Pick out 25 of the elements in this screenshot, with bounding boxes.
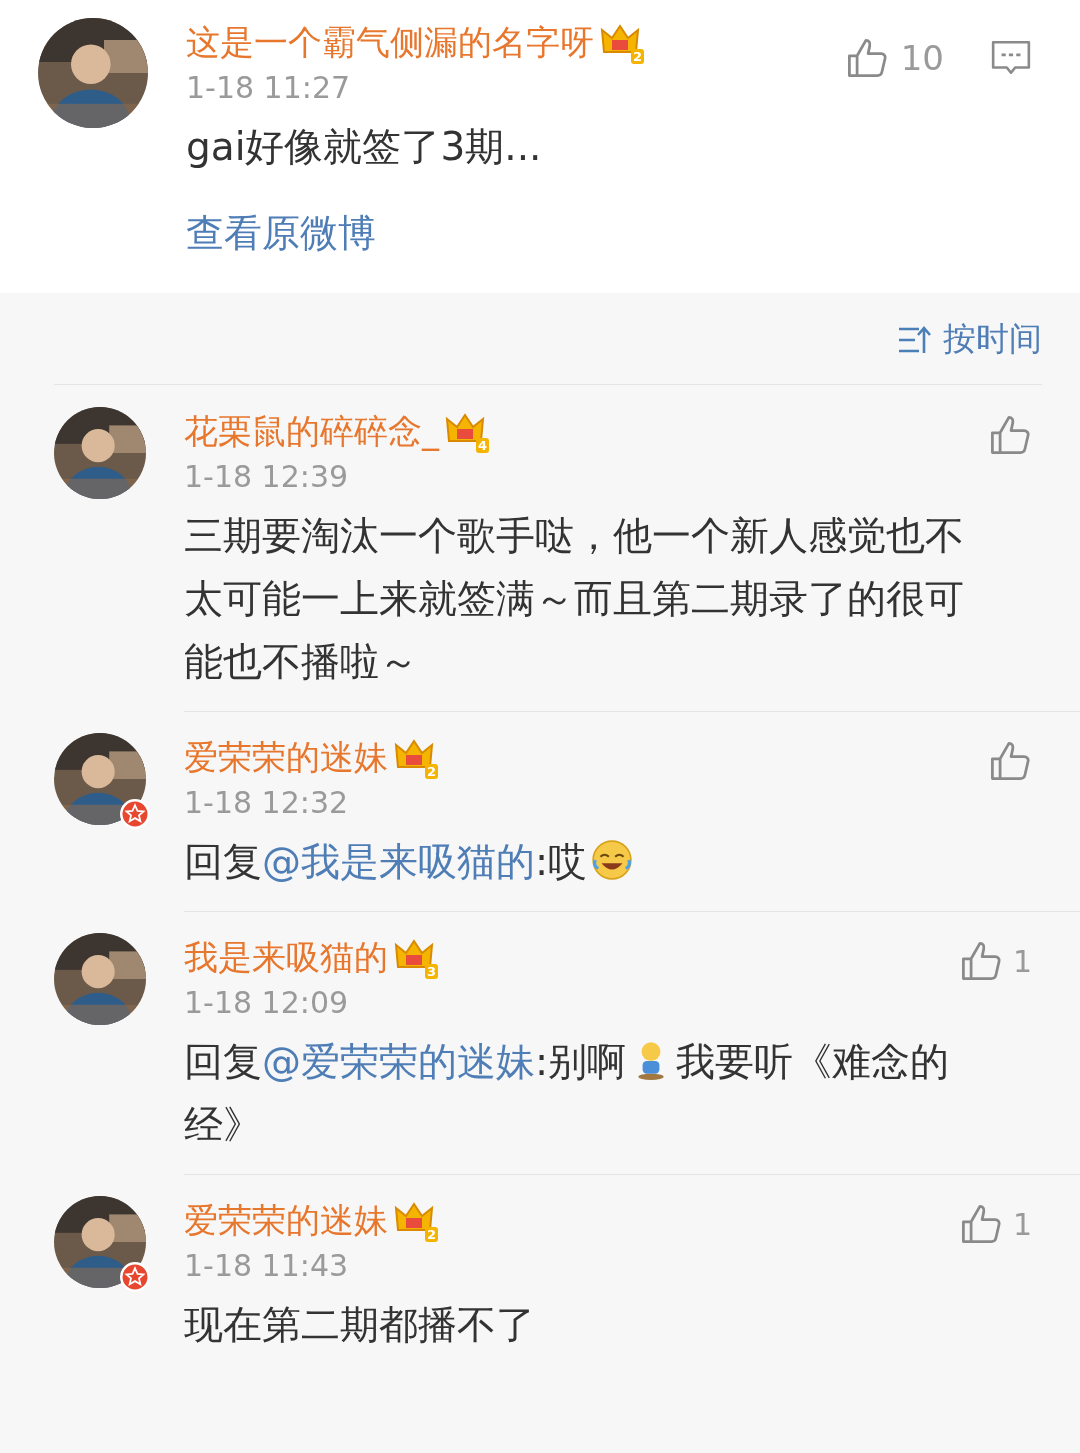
comment-icon[interactable] xyxy=(990,39,1032,77)
like-icon[interactable] xyxy=(988,739,1032,783)
user-name[interactable]: 这是一个霸气侧漏的名字呀 xyxy=(186,20,594,66)
like-count: 1 xyxy=(1012,1206,1032,1242)
like-count: 1 xyxy=(1012,943,1032,979)
sort-by-time-button[interactable]: 按时间 xyxy=(897,317,1042,362)
comment-text: gai好像就签了3期... xyxy=(186,123,543,171)
like-icon[interactable] xyxy=(988,413,1032,457)
laughing-emoji-icon xyxy=(591,839,634,881)
comment-text: 回复@爱荣荣的迷妹:别啊 我要听《难念的经》 xyxy=(184,1038,951,1149)
user-name[interactable]: 爱荣荣的迷妹 xyxy=(184,1198,388,1244)
sort-icon xyxy=(897,324,931,355)
like-count: 10 xyxy=(900,38,944,78)
comment-text: 回复@我是来吸猫的:哎 xyxy=(184,830,1002,893)
timestamp: 1-18 12:09 xyxy=(184,985,350,1020)
timestamp: 1-18 11:43 xyxy=(184,1248,350,1283)
user-name[interactable]: 我是来吸猫的 xyxy=(184,935,388,981)
user-name[interactable]: 花栗鼠的碎碎念_ xyxy=(184,409,439,455)
timestamp: 1-18 12:32 xyxy=(184,785,350,820)
comment-text: 现在第二期都播不了 xyxy=(184,1301,536,1349)
view-original-link[interactable]: 查看原微博 xyxy=(186,208,376,259)
comment-text: 三期要淘汰一个歌手哒，他一个新人感觉也不太可能一上来就签满～而且第二期录了的很可能也不播啦～ xyxy=(184,512,965,686)
user-name[interactable]: 爱荣荣的迷妹 xyxy=(184,735,388,781)
timestamp: 1-18 11:27 xyxy=(186,70,352,105)
timestamp: 1-18 12:39 xyxy=(184,459,350,494)
